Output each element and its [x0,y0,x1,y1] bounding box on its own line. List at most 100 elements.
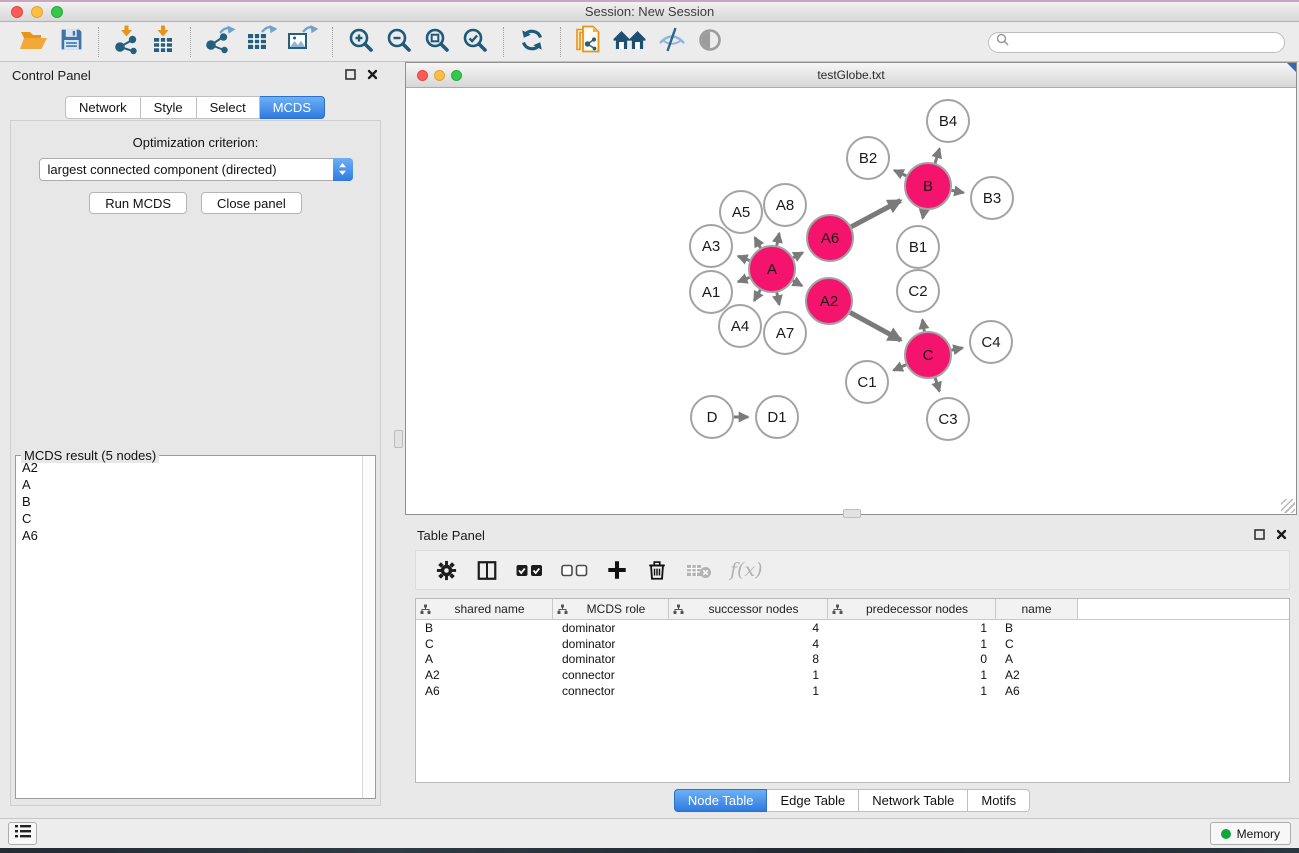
table-row[interactable]: Adominator80A [416,652,1289,668]
table-cell[interactable]: 0 [828,652,996,666]
table-cell[interactable]: dominator [553,621,669,635]
node-D[interactable]: D [691,396,733,438]
network-window-titlebar[interactable]: testGlobe.txt [406,63,1296,88]
table-cell[interactable]: A2 [416,668,553,682]
column-header-shared-name[interactable]: shared name [416,599,553,619]
column-header-name[interactable]: name [996,599,1078,619]
table-options-button[interactable] [435,559,458,582]
delete-table-button[interactable] [686,562,712,579]
zoom-fit-button[interactable] [423,25,451,59]
zoom-window-button[interactable] [51,6,63,18]
table-cell[interactable]: C [416,637,553,651]
node-A[interactable]: A [749,246,795,292]
node-table[interactable]: shared nameMCDS rolesuccessor nodesprede… [415,598,1290,783]
edge-A-A8[interactable] [777,233,779,245]
table-cell[interactable]: B [416,621,553,635]
edge-A-A1[interactable] [738,278,749,282]
node-A5[interactable]: A5 [720,191,762,233]
node-C[interactable]: C [905,332,951,378]
import-table-button[interactable] [150,25,176,59]
table-cell[interactable]: 8 [669,652,828,666]
column-header-successor-nodes[interactable]: successor nodes [669,599,828,619]
save-session-button[interactable] [59,25,84,59]
edge-B-B1[interactable] [923,210,924,219]
edge-B-B2[interactable] [894,170,906,176]
node-C3[interactable]: C3 [927,398,969,440]
node-B2[interactable]: B2 [847,137,889,179]
node-B[interactable]: B [905,163,951,209]
table-cell[interactable]: B [996,621,1078,635]
edge-B-B3[interactable] [952,190,964,192]
open-file-button[interactable] [19,25,49,59]
table-cell[interactable]: A [416,652,553,666]
zoom-out-button[interactable] [385,25,413,59]
reset-layout-button[interactable] [612,25,647,59]
edge-A-A6[interactable] [793,253,803,258]
node-A6[interactable]: A6 [807,215,853,261]
node-B1[interactable]: B1 [897,226,939,268]
table-cell[interactable]: 1 [828,684,996,698]
table-cell[interactable]: 1 [828,637,996,651]
tab-motifs[interactable]: Motifs [968,789,1030,812]
float-panel-icon[interactable] [345,68,356,83]
node-A7[interactable]: A7 [764,312,806,354]
result-item[interactable]: A [22,476,369,493]
zoom-selected-button[interactable] [461,25,489,59]
table-cell[interactable]: 1 [669,684,828,698]
edge-A-A4[interactable] [754,290,760,301]
table-cell[interactable]: 4 [669,621,828,635]
table-row[interactable]: Bdominator41B [416,620,1289,636]
vertical-split-grip[interactable] [394,430,403,448]
tab-network-table[interactable]: Network Table [859,789,968,812]
table-cell[interactable]: 1 [828,668,996,682]
show-columns-button[interactable] [476,559,498,582]
export-image-button[interactable] [287,25,318,59]
node-B4[interactable]: B4 [927,100,969,142]
node-D1[interactable]: D1 [756,396,798,438]
search-field[interactable] [988,32,1285,53]
node-A2[interactable]: A2 [806,278,852,324]
edge-B-B4[interactable] [935,149,939,163]
delete-columns-button[interactable] [646,559,668,582]
select-all-columns-button[interactable] [516,564,543,577]
node-C2[interactable]: C2 [897,270,939,312]
open-session-doc-button[interactable] [575,25,602,59]
table-cell[interactable]: dominator [553,652,669,666]
window-resize-grip[interactable] [1281,499,1295,513]
minimize-window-button[interactable] [31,6,43,18]
horizontal-split-grip[interactable] [843,509,861,518]
edge-C-C1[interactable] [894,365,907,371]
result-item[interactable]: B [22,493,369,510]
run-mcds-button[interactable]: Run MCDS [89,192,187,214]
table-cell[interactable]: dominator [553,637,669,651]
function-builder-button[interactable]: f(x) [730,559,763,581]
edge-C-C4[interactable] [952,348,963,350]
edge-C-C2[interactable] [923,320,925,332]
table-cell[interactable]: 1 [828,621,996,635]
node-A3[interactable]: A3 [690,225,732,267]
node-C1[interactable]: C1 [846,361,888,403]
add-column-button[interactable] [606,559,628,581]
table-cell[interactable]: 1 [669,668,828,682]
result-scrollbar[interactable] [362,456,375,798]
table-row[interactable]: A2connector11A2 [416,667,1289,683]
apply-style-button[interactable] [518,25,546,59]
tab-mcds[interactable]: MCDS [260,96,325,119]
zoom-in-button[interactable] [347,25,375,59]
search-input[interactable] [1009,34,1277,50]
table-cell[interactable]: connector [553,668,669,682]
node-B3[interactable]: B3 [971,177,1013,219]
close-window-button[interactable] [11,6,23,18]
column-header-predecessor-nodes[interactable]: predecessor nodes [828,599,996,619]
edge-A6-B[interactable] [851,201,900,227]
node-C4[interactable]: C4 [970,321,1012,363]
result-item[interactable]: C [22,510,369,527]
table-cell[interactable]: A [996,652,1078,666]
edge-A-A3[interactable] [738,256,749,260]
network-graph[interactable]: B4B2BB3A8A5A6A3B1AC2A1A2A4A7C4CC1DD1C3 [406,88,1296,514]
memory-button[interactable]: Memory [1210,822,1291,845]
node-A8[interactable]: A8 [764,184,806,226]
tab-style[interactable]: Style [141,96,197,119]
tab-network[interactable]: Network [65,96,141,119]
tab-edge-table[interactable]: Edge Table [767,789,859,812]
